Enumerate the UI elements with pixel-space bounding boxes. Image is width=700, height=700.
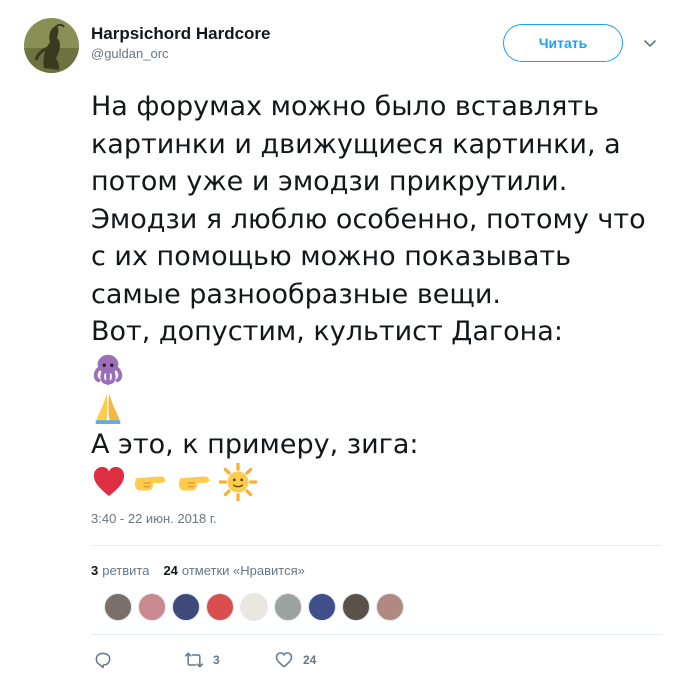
tweet-card: Harpsichord Hardcore @guldan_orc Читать … (0, 0, 700, 700)
liker-avatar[interactable] (342, 593, 370, 621)
author-name[interactable]: Harpsichord Hardcore (91, 24, 271, 44)
likes-label[interactable]: отметки «Нравится» (182, 563, 305, 578)
tweet-line: с их помощью можно показывать (91, 241, 572, 272)
like-count: 24 (303, 653, 317, 667)
tweet-line: А это, к примеру, зига: (91, 428, 419, 460)
pointing-right-icon (134, 476, 166, 491)
liker-avatar[interactable] (308, 593, 336, 621)
like-button[interactable]: 24 (273, 650, 316, 670)
heart-icon (275, 652, 293, 668)
reply-button[interactable] (93, 650, 121, 670)
liker-avatar[interactable] (138, 593, 166, 621)
liker-avatar[interactable] (274, 593, 302, 621)
liker-avatar[interactable] (104, 593, 132, 621)
author-avatar[interactable] (24, 18, 79, 73)
likes-count[interactable]: 24 (163, 563, 177, 578)
folded-hands-icon (95, 393, 121, 424)
tweet-line: Эмодзи я люблю особенно, потому что (91, 203, 646, 235)
tweet-line: На форумах можно было вставлять (91, 91, 600, 122)
liker-avatar[interactable] (206, 593, 234, 621)
emoji-row (91, 462, 681, 501)
reply-icon (95, 652, 111, 669)
retweet-icon (184, 652, 204, 668)
tweet-line: картинки и движущиеся картинки, а (91, 128, 621, 160)
retweet-button[interactable]: 3 (183, 650, 220, 670)
follow-button[interactable]: Читать (503, 24, 623, 62)
liker-avatar[interactable] (240, 593, 268, 621)
red-heart-icon (93, 466, 125, 496)
octopus-icon (93, 355, 123, 386)
author-block: Harpsichord Hardcore @guldan_orc (91, 24, 271, 63)
tweet-timestamp[interactable]: 3:40 - 22 июн. 2018 г. (91, 511, 217, 526)
retweet-count: 3 (213, 653, 220, 667)
liker-avatar[interactable] (376, 593, 404, 621)
divider (91, 545, 662, 546)
tweet-actions: 3 24 (91, 650, 391, 674)
sun-with-face-icon (219, 462, 257, 501)
divider (91, 634, 662, 635)
chevron-down-icon[interactable] (642, 36, 658, 52)
retweets-count[interactable]: 3 (91, 563, 98, 578)
pointing-right-icon (178, 476, 210, 491)
retweets-label[interactable]: ретвита (102, 563, 149, 578)
liker-avatar[interactable] (172, 593, 200, 621)
tweet-line: самые разнообразные вещи. (91, 278, 501, 310)
tweet-text: На форумах можно было вставлять картинки… (91, 88, 681, 501)
tweet-line: потом уже и эмодзи прикрутили. (91, 166, 568, 197)
emoji-row (91, 388, 681, 426)
liker-avatars (104, 593, 410, 621)
tweet-stats: 3 ретвита 24 отметки «Нравится» (91, 563, 305, 578)
emoji-row (91, 351, 681, 389)
author-handle[interactable]: @guldan_orc (91, 45, 271, 63)
tweet-line: Вот, допустим, культист Дагона: (91, 316, 563, 347)
